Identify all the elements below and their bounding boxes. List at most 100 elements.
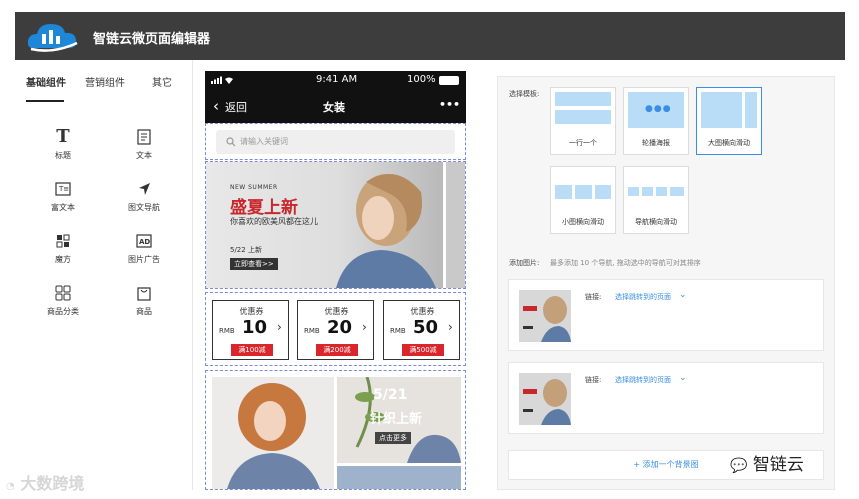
- tab-basic[interactable]: 基础组件: [26, 74, 66, 89]
- banner-eyebrow: NEW SUMMER: [230, 184, 278, 191]
- more-icon[interactable]: •••: [439, 98, 460, 111]
- editor-window: 智链云微页面编辑器 基础组件 营销组件 其它 T 标题 文本 T≡ 富文本 图文…: [15, 12, 845, 490]
- template-nav-slide[interactable]: 导航横向滑动: [623, 166, 689, 234]
- widget-image-ad[interactable]: AD 图片广告: [114, 232, 174, 265]
- coupon-amount: 20: [327, 317, 353, 338]
- rich-text-icon: T≡: [55, 182, 71, 196]
- woman-photo: [227, 383, 320, 489]
- widget-label: 富文本: [51, 203, 75, 212]
- status-bar: 9:41 AM 100%: [205, 71, 466, 89]
- banner-carousel[interactable]: NEW SUMMER 盛夏上新 你喜欢的欧美风都在这儿 5/22 上新 立即查看…: [205, 161, 466, 289]
- link-select[interactable]: 选择跳转到的页面: [615, 375, 671, 385]
- widget-rich-text[interactable]: T≡ 富文本: [33, 180, 93, 213]
- widget-label: 魔方: [55, 255, 71, 264]
- chevron-left-icon[interactable]: ‹: [213, 97, 219, 115]
- wechat-icon: 💬: [730, 458, 748, 474]
- coupon-condition: 满100减: [231, 344, 273, 356]
- settings-panel: 选择模板: 一行一个 ●●● 轮播海报 大图横向滑动 小图横向滑动 导航横向滑动…: [497, 76, 835, 490]
- widget-cube[interactable]: 魔方: [33, 232, 93, 265]
- banner-thumbnail: [519, 373, 571, 425]
- image-thumbnail[interactable]: [519, 290, 571, 342]
- coupon-card[interactable]: 优惠券 RMB 10 › 满100减: [212, 300, 289, 360]
- widget-title[interactable]: T 标题: [33, 128, 93, 161]
- coupon-card[interactable]: 优惠券 RMB 50 › 满500减: [383, 300, 460, 360]
- search-module[interactable]: 请输入关键词: [205, 123, 466, 160]
- nav-arrow-icon: [139, 183, 150, 195]
- template-preview: [555, 185, 572, 199]
- battery-percent: 100%: [407, 74, 436, 85]
- template-preview: [628, 187, 639, 196]
- top-bar: 智链云微页面编辑器: [15, 12, 845, 60]
- coupon-card[interactable]: 优惠券 RMB 20 › 满200减: [297, 300, 374, 360]
- phone-preview: 9:41 AM 100% ‹ 返回 女装 ••• 请输入关键词 NEW SUMM…: [205, 71, 466, 490]
- template-preview: [745, 92, 757, 128]
- widget-goods[interactable]: 商品: [114, 284, 174, 317]
- back-button[interactable]: 返回: [225, 99, 247, 115]
- template-small-slide[interactable]: 小图横向滑动: [550, 166, 616, 234]
- ad-icon: AD: [136, 234, 152, 248]
- coupon-title: 优惠券: [239, 307, 264, 316]
- chevron-down-icon[interactable]: ⌄: [679, 373, 687, 383]
- promo-image[interactable]: 5/21 针织上新 点击更多: [337, 376, 461, 463]
- grid-icon: [55, 285, 71, 301]
- promo-cta[interactable]: 点击更多: [375, 432, 411, 444]
- widget-nav[interactable]: 图文导航: [114, 180, 174, 213]
- template-preview: [575, 185, 592, 199]
- search-input[interactable]: 请输入关键词: [216, 130, 455, 154]
- chevron-down-icon[interactable]: ⌄: [679, 290, 687, 300]
- template-preview: [555, 110, 611, 124]
- image-thumbnail[interactable]: [519, 373, 571, 425]
- link-select[interactable]: 选择跳转到的页面: [615, 292, 671, 302]
- template-label: 选择模板:: [509, 90, 540, 98]
- status-time: 9:41 AM: [316, 74, 358, 85]
- carousel-dots-icon: ●●●: [645, 104, 672, 114]
- coupon-currency: RMB: [304, 327, 320, 335]
- chevron-right-icon: ›: [448, 320, 453, 334]
- product-image-small[interactable]: [337, 466, 461, 489]
- active-tab-indicator: [26, 100, 64, 102]
- template-one-per-row[interactable]: 一行一个: [550, 87, 616, 155]
- signal-icon: [211, 76, 233, 84]
- woman-photo: [336, 174, 436, 288]
- coupon-condition: 满200减: [316, 344, 358, 356]
- tab-other[interactable]: 其它: [152, 74, 172, 89]
- cube-icon: [56, 234, 70, 248]
- link-label: 链接:: [585, 376, 602, 384]
- image-module[interactable]: 5/21 针织上新 点击更多: [205, 370, 466, 490]
- template-label-text: 一行一个: [569, 139, 597, 147]
- template-label-text: 小图横向滑动: [562, 218, 604, 226]
- page-title: 女装: [323, 101, 345, 114]
- watermark-left-text: 大数跨境: [20, 474, 85, 493]
- widget-label: 文本: [136, 151, 152, 160]
- search-icon: [226, 137, 236, 147]
- coupon-title: 优惠券: [410, 307, 435, 316]
- image-item[interactable]: 链接: 选择跳转到的页面 ⌄: [508, 279, 824, 351]
- coupon-title: 优惠券: [324, 307, 349, 316]
- coupon-module: 优惠券 RMB 10 › 满100减 优惠券 RMB 20 › 满200减 优惠…: [205, 292, 466, 366]
- link-label: 链接:: [585, 293, 602, 301]
- watermark-right-text: 智链云: [752, 455, 804, 475]
- watermark-left: ◔ 大数跨境: [6, 470, 84, 494]
- app-title: 智链云微页面编辑器: [93, 32, 211, 47]
- bag-icon: [137, 287, 151, 301]
- template-preview: [555, 92, 611, 106]
- banner-headline: 盛夏上新: [230, 198, 298, 218]
- svg-text:T≡: T≡: [58, 185, 69, 193]
- widget-text[interactable]: 文本: [114, 128, 174, 161]
- template-label-text: 导航横向滑动: [635, 218, 677, 226]
- widget-category[interactable]: 商品分类: [33, 284, 93, 317]
- tab-marketing[interactable]: 营销组件: [85, 74, 125, 89]
- product-image-left[interactable]: [212, 377, 334, 489]
- coupon-amount: 10: [242, 317, 268, 338]
- template-preview: [642, 187, 653, 196]
- weibo-icon: ◔: [6, 481, 15, 492]
- cloud-logo-icon: [27, 24, 78, 52]
- widget-label: 图片广告: [128, 255, 160, 264]
- coupon-currency: RMB: [219, 327, 235, 335]
- widget-label: 商品分类: [47, 307, 79, 316]
- image-item[interactable]: 链接: 选择跳转到的页面 ⌄: [508, 362, 824, 434]
- template-large-slide[interactable]: 大图横向滑动: [696, 87, 762, 155]
- banner-cta[interactable]: 立即查看>>: [230, 258, 278, 270]
- template-carousel[interactable]: ●●● 轮播海报: [623, 87, 689, 155]
- widget-label: 商品: [136, 307, 152, 316]
